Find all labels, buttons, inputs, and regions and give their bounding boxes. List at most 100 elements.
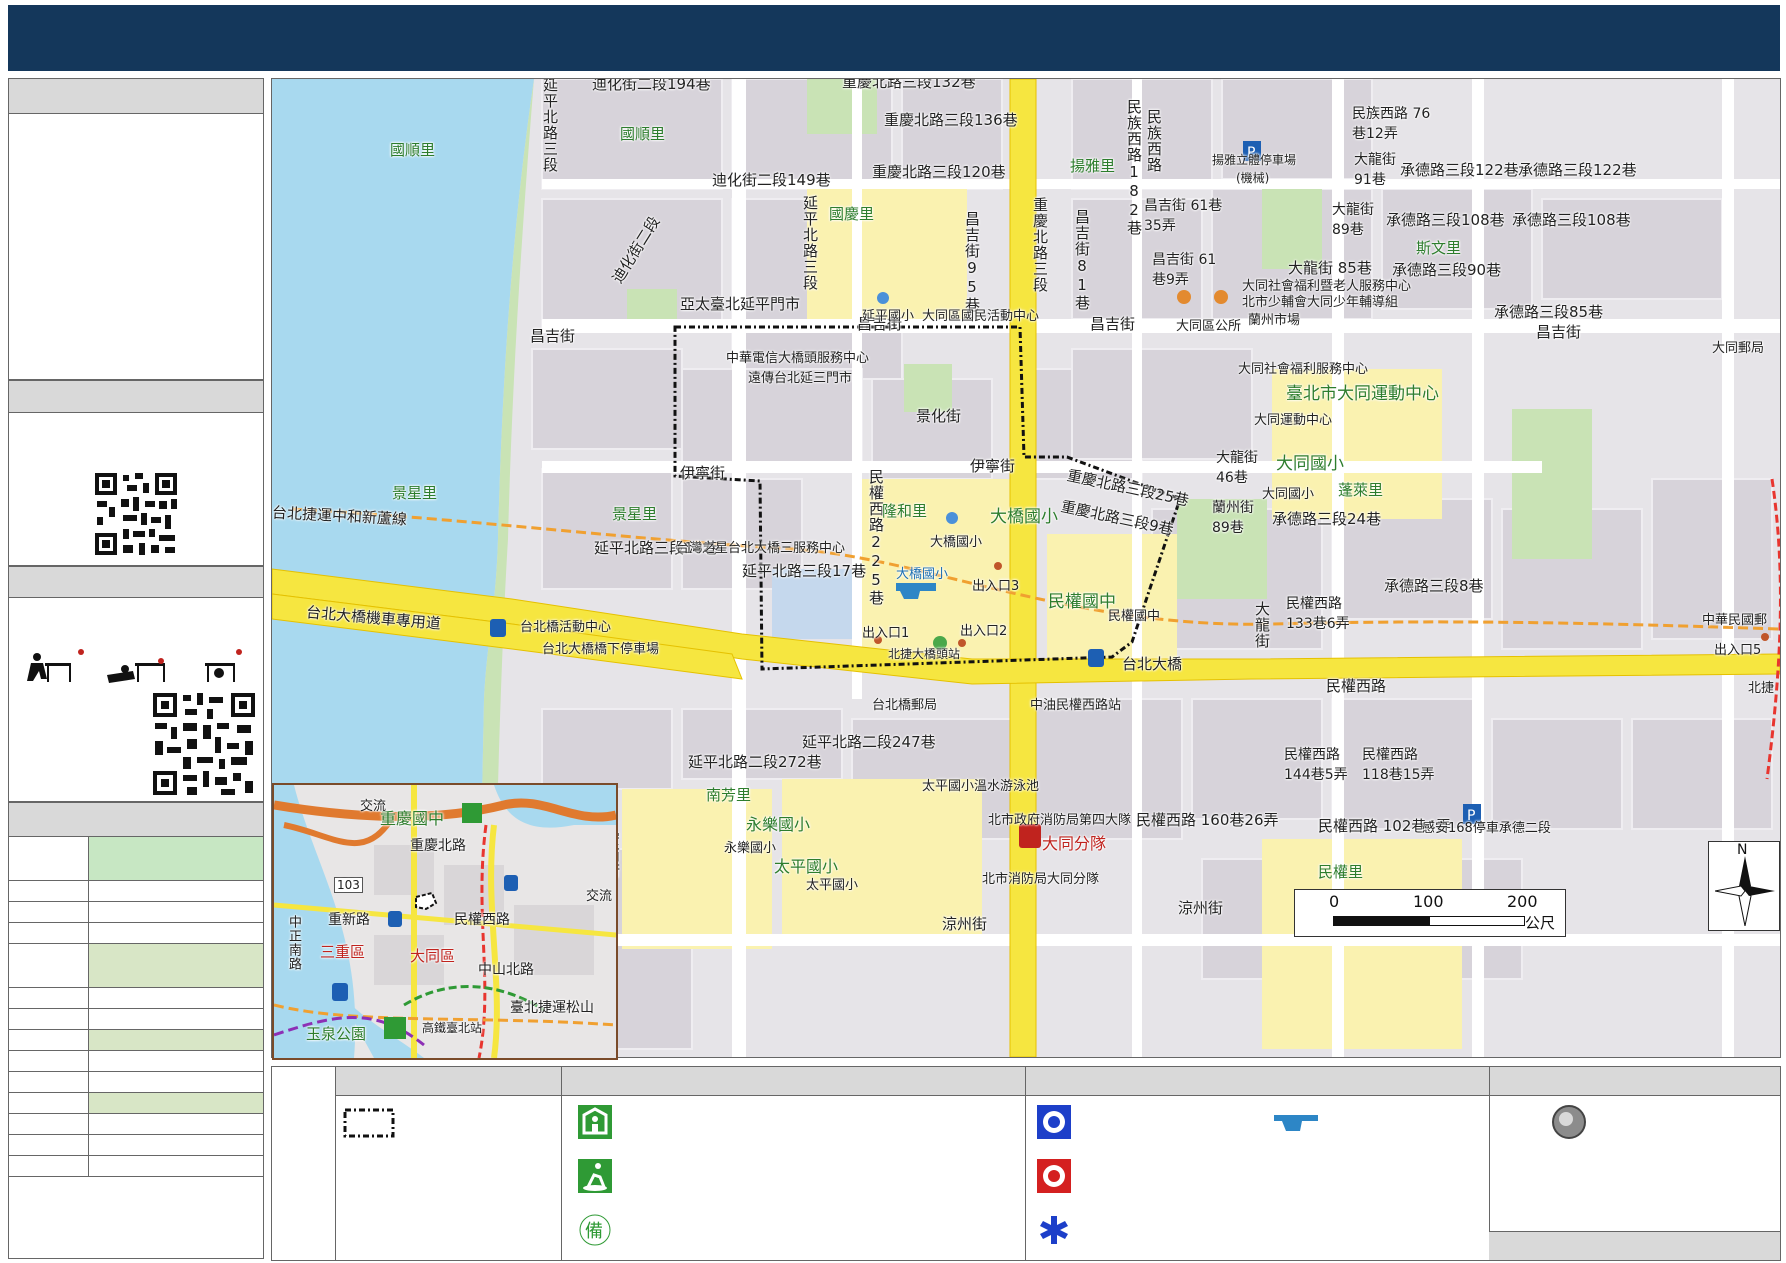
map-label-datong-sports-center-b: 大同運動中心 — [1254, 413, 1333, 428]
reserve-shelter-icon: 備 — [579, 1214, 611, 1246]
qr-code-icon[interactable] — [93, 471, 179, 557]
map-label-yanping-elem: 延平國小 — [862, 309, 915, 324]
map-label-minquan-160-26: 民權西路 160巷26弄 — [1136, 811, 1279, 829]
map-label-jinghua: 景化街 — [916, 407, 962, 425]
inset-label-r103: 103 — [334, 877, 363, 893]
map-label-changji-61-35: 昌吉街 61巷35弄 — [1144, 198, 1223, 234]
inset-label-jiaoliu: 交流 — [360, 799, 387, 814]
map-label-daqiao-elem-b: 大橋國小 — [930, 535, 983, 550]
map-label-daqiao-underpass: 台北大橋橋下停車場 — [542, 642, 660, 657]
inset-map[interactable]: 重慶國中 重慶北路 三重區 大同區 民權西路 中山北路 臺北捷運松山 玉泉公園 … — [272, 783, 618, 1060]
map-label-asia-yanping: 亞太臺北延平門市 — [680, 295, 801, 313]
map-label-guoshun-2: 國順里 — [620, 125, 666, 143]
qr-panel-header — [9, 381, 263, 413]
legend-header — [335, 1067, 1780, 1096]
map-label-datong-elem: 大同國小 — [1276, 454, 1344, 474]
inset-label-jiaoliu-2: 交流 — [586, 889, 613, 904]
map-label-liangzhou: 涼州街 — [942, 915, 988, 933]
inset-label-mrt-songshan: 臺北捷運松山 — [510, 1000, 594, 1016]
map-label-fire-4: 北市政府消防局第四大隊 — [988, 813, 1132, 828]
inset-label-zhongshan: 中山北路 — [478, 962, 534, 978]
map-label-guoshun: 國順里 — [390, 141, 436, 159]
drop-cover-hold-icon — [27, 649, 242, 683]
map-label-daxin-parking: 感安168停車承德二段 — [1422, 821, 1551, 836]
map-label-datong-post: 大同郵局 — [1712, 341, 1765, 356]
map-label-minquan-li: 民權里 — [1318, 863, 1364, 881]
map-label-chengde-122-b: 承德路三段122巷 — [1518, 161, 1637, 179]
medical-icon — [1040, 1216, 1068, 1244]
compass-icon — [1715, 856, 1775, 926]
map-label-daqiao-post: 台北橋郵局 — [872, 698, 938, 713]
map-label-datong-welfare: 大同社會福利服務中心 — [1238, 362, 1369, 377]
map-label-yanping-n3: 延平北路三段 — [801, 195, 819, 291]
map-label-penglai: 蓬萊里 — [1338, 481, 1384, 499]
map-label-dalong-46: 大龍街 46巷 — [1216, 450, 1258, 486]
map-label-chengde-108-b: 承德路三段108巷 — [1512, 211, 1631, 229]
map-label-chengde-122: 承德路三段122巷 — [1400, 161, 1519, 179]
map-label-longhe: 隆和里 — [882, 502, 928, 520]
map-label-cht-service: 中華電信大橋頭服務中心 — [726, 351, 870, 366]
map-label-dihua-149: 迪化街二段149巷 — [712, 171, 831, 189]
map-label-daqiao-elem: 大橋國小 — [990, 507, 1058, 527]
map-label-daqiao-center: 台北橋活動中心 — [520, 620, 612, 635]
map-label-chengde-8: 承德路三段8巷 — [1384, 577, 1484, 595]
map-label-taiping-elem-b: 太平國小 — [806, 878, 859, 893]
map-label-north-mrt: 北捷 — [1748, 681, 1775, 696]
map-label-yongle-elem: 永樂國小 — [746, 815, 811, 834]
map-label-datong-office: 大同區公所 — [1176, 319, 1242, 334]
inset-label-chongqing-jhs: 重慶國中 — [380, 809, 445, 828]
map-label-changji-95: 昌吉街95巷 — [963, 211, 981, 313]
map-label-lanzhou-89: 蘭州街 89巷 — [1212, 500, 1254, 536]
contact-table — [8, 836, 264, 1177]
earthquake-qr-code-icon[interactable] — [151, 691, 257, 797]
map-label-yining-e: 伊寧街 — [970, 457, 1016, 475]
map-label-chongqing-120: 重慶北路三段120巷 — [872, 163, 1006, 181]
inset-label-chongxin: 重新路 — [328, 912, 370, 928]
map-label-fet-store: 遠傳台北延三門市 — [748, 371, 853, 386]
map-label-sunwen: 斯文里 — [1416, 239, 1462, 257]
map-label-liangzhou-2: 涼州街 — [1178, 899, 1224, 917]
map-label-minquan-144-5: 民權西路 144巷5弄 — [1284, 747, 1348, 783]
map-label-mech: (機械) — [1236, 171, 1270, 185]
fire-station-icon — [1037, 1159, 1071, 1193]
map-label-exit1: 出入口1 — [862, 626, 910, 641]
map-label-chongqing-132: 重慶北路三段132巷 — [842, 78, 976, 91]
map-label-datong-elem-b: 大同國小 — [1262, 487, 1315, 502]
map-label-chengde-85: 承德路三段85巷 — [1494, 303, 1604, 321]
boundary-legend-icon — [343, 1108, 395, 1138]
svg-text:備: 備 — [585, 1221, 603, 1242]
map-label-yongle-elem-b: 永樂國小 — [724, 841, 777, 856]
metro-exit-icon — [1552, 1105, 1586, 1139]
map-label-yanping-17: 延平北路三段17巷 — [742, 562, 867, 580]
scale-tick-100: 100 — [1413, 892, 1444, 911]
map-label-changji-far: 昌吉街 — [1536, 323, 1582, 341]
scale-unit: 公尺 — [1525, 914, 1556, 932]
legend: 備 — [271, 1066, 1781, 1261]
map-label-yanping-272: 延平北路二段272巷 — [688, 753, 822, 771]
map-label-minquan-jhs: 民權國中 — [1048, 592, 1116, 612]
map-label-taiwan-star: 台灣之星台北大橋三服務中心 — [676, 541, 846, 556]
map-label-minzu-182: 民族西路182巷 — [1125, 99, 1143, 236]
inset-label-zhongzheng: 中正南路 — [286, 915, 301, 971]
inset-label-chongqing-rd: 重慶北路 — [410, 838, 466, 854]
map-label-yangya-parking: 揚雅立體停車場 — [1212, 153, 1297, 167]
map-label-daqiao: 台北大橋 — [1122, 655, 1183, 673]
police-icon — [1037, 1105, 1071, 1139]
map-label-changji-e: 昌吉街 — [1090, 315, 1136, 333]
map-label-chongqing-136: 重慶北路三段136巷 — [884, 111, 1018, 129]
title-bar — [8, 5, 1780, 71]
map-label-fire-datong-b: 北市消防局大同分隊 — [982, 872, 1100, 887]
map-label-minzu-76-12: 民族西路 76巷12弄 — [1352, 106, 1431, 142]
inset-canvas — [274, 785, 616, 1058]
map-label-jingxing-e: 景星里 — [612, 505, 658, 523]
map-label-lanzhou-market: 蘭州市場 — [1248, 313, 1301, 328]
earthquake-panel — [8, 566, 264, 802]
scale-tick-200: 200 — [1507, 892, 1538, 911]
map-label-youth-center: 北市少輔會大同少年輔導組 — [1242, 295, 1399, 310]
map-label-dalong-91: 大龍街 91巷 — [1354, 152, 1396, 188]
map-label-exit3: 出入口3 — [972, 579, 1020, 594]
map-label-changji-81: 昌吉街81巷 — [1073, 209, 1091, 311]
map-label-nanfang: 南芳里 — [706, 786, 752, 804]
shelter-icon — [578, 1105, 612, 1139]
map-label-minquan-133-6: 民權西路 133巷6弄 — [1286, 596, 1350, 632]
